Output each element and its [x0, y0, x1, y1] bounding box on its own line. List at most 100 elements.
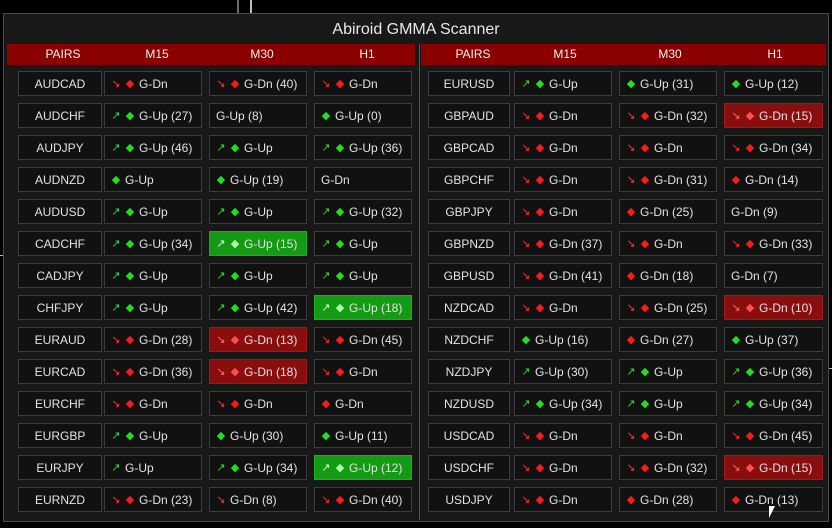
signal-cell[interactable]: ↗ ◆ G-Up (36) [314, 135, 412, 160]
pair-label[interactable]: EURCHF [18, 391, 102, 416]
signal-cell[interactable]: ↗ ◆ G-Up [209, 263, 307, 288]
signal-cell[interactable]: ↘ ◆ G-Dn (40) [314, 487, 412, 512]
signal-cell[interactable]: ◆ G-Up (0) [314, 103, 412, 128]
signal-cell[interactable]: ↗ G-Up (30) [514, 359, 612, 384]
signal-cell[interactable]: ↘ ◆ G-Dn [209, 391, 307, 416]
signal-cell[interactable]: ↗ ◆ G-Up [209, 199, 307, 224]
pair-label[interactable]: EURGBP [18, 423, 102, 448]
signal-cell[interactable]: ↗ G-Up [104, 455, 202, 480]
signal-cell[interactable]: ↗ ◆ G-Up [104, 199, 202, 224]
signal-cell[interactable]: ↗ ◆ G-Up [209, 135, 307, 160]
pair-label[interactable]: USDCAD [428, 423, 510, 448]
pair-label[interactable]: AUDJPY [18, 135, 102, 160]
pair-label[interactable]: AUDCAD [18, 71, 102, 96]
pair-label[interactable]: GBPJPY [428, 199, 510, 224]
signal-cell[interactable]: ↘ ◆ G-Dn [514, 103, 612, 128]
signal-cell[interactable]: ↘ ◆ G-Dn [104, 71, 202, 96]
signal-cell[interactable]: ↘ ◆ G-Dn (34) [724, 135, 823, 160]
signal-cell[interactable]: ↗ ◆ G-Up (34) [724, 391, 823, 416]
pair-label[interactable]: GBPUSD [428, 263, 510, 288]
pair-label[interactable]: GBPAUD [428, 103, 510, 128]
pair-label[interactable]: GBPNZD [428, 231, 510, 256]
signal-cell[interactable]: ↘ ◆ G-Dn [514, 487, 612, 512]
signal-cell[interactable]: ◆ G-Up (31) [619, 71, 717, 96]
signal-cell[interactable]: ↘ ◆ G-Dn (28) [104, 327, 202, 352]
pair-label[interactable]: USDCHF [428, 455, 510, 480]
signal-cell[interactable]: ↗ ◆ G-Up [104, 295, 202, 320]
signal-cell[interactable]: ↘ ◆ G-Dn [619, 135, 717, 160]
signal-cell[interactable]: ↗ ◆ G-Up [619, 359, 717, 384]
signal-cell[interactable]: G-Dn [314, 167, 412, 192]
signal-cell[interactable]: ↘ ◆ G-Dn [314, 359, 412, 384]
signal-cell[interactable]: ↘ ◆ G-Dn (40) [209, 71, 307, 96]
signal-cell[interactable]: ↘ ◆ G-Dn [514, 167, 612, 192]
signal-cell[interactable]: ↘ ◆ G-Dn (33) [724, 231, 823, 256]
signal-cell[interactable]: ↗ ◆ G-Up [619, 391, 717, 416]
signal-cell[interactable]: ↘ ◆ G-Dn (31) [619, 167, 717, 192]
signal-cell[interactable]: ↘ ◆ G-Dn (10) [724, 295, 823, 320]
signal-cell[interactable]: ↗ ◆ G-Up (34) [514, 391, 612, 416]
pair-label[interactable]: USDJPY [428, 487, 510, 512]
signal-cell[interactable]: ◆ G-Up [104, 167, 202, 192]
signal-cell[interactable]: ↗ ◆ G-Up (46) [104, 135, 202, 160]
pair-label[interactable]: CHFJPY [18, 295, 102, 320]
pair-label[interactable]: AUDCHF [18, 103, 102, 128]
pair-label[interactable]: NZDCAD [428, 295, 510, 320]
signal-cell[interactable]: ◆ G-Up (11) [314, 423, 412, 448]
signal-cell[interactable]: ↗ ◆ G-Up [314, 231, 412, 256]
signal-cell[interactable]: ↘ ◆ G-Dn (36) [104, 359, 202, 384]
signal-cell[interactable]: ↗ ◆ G-Up (18) [314, 295, 412, 320]
signal-cell[interactable]: ↘ ◆ G-Dn (15) [724, 455, 823, 480]
pair-label[interactable]: AUDUSD [18, 199, 102, 224]
signal-cell[interactable]: ◆ G-Dn (14) [724, 167, 823, 192]
pair-label[interactable]: NZDJPY [428, 359, 510, 384]
signal-cell[interactable]: ◆ G-Dn [314, 391, 412, 416]
signal-cell[interactable]: ◆ G-Dn (28) [619, 487, 717, 512]
signal-cell[interactable]: ↗ ◆ G-Up [314, 263, 412, 288]
signal-cell[interactable]: ↗ ◆ G-Up (36) [724, 359, 823, 384]
pair-label[interactable]: AUDNZD [18, 167, 102, 192]
signal-cell[interactable]: ↘ ◆ G-Dn (15) [724, 103, 823, 128]
signal-cell[interactable]: ◆ G-Up (16) [514, 327, 612, 352]
signal-cell[interactable]: ↘ ◆ G-Dn [514, 199, 612, 224]
signal-cell[interactable]: ↗ ◆ G-Up (34) [209, 455, 307, 480]
signal-cell[interactable]: ↗ ◆ G-Up (32) [314, 199, 412, 224]
signal-cell[interactable]: ↘ ◆ G-Dn (25) [619, 295, 717, 320]
signal-cell[interactable]: ↘ ◆ G-Dn (23) [104, 487, 202, 512]
signal-cell[interactable]: G-Up (8) [209, 103, 307, 128]
signal-cell[interactable]: ↘ ◆ G-Dn [619, 423, 717, 448]
signal-cell[interactable]: ↘ ◆ G-Dn (13) [209, 327, 307, 352]
signal-cell[interactable]: ↘ ◆ G-Dn (45) [314, 327, 412, 352]
signal-cell[interactable]: ↗ ◆ G-Up (42) [209, 295, 307, 320]
signal-cell[interactable]: ↗ ◆ G-Up (34) [104, 231, 202, 256]
signal-cell[interactable]: ↘ ◆ G-Dn [514, 455, 612, 480]
signal-cell[interactable]: ↘ ◆ G-Dn [619, 231, 717, 256]
signal-cell[interactable]: ◆ G-Up (30) [209, 423, 307, 448]
signal-cell[interactable]: ↗ ◆ G-Up [514, 71, 612, 96]
signal-cell[interactable]: ↗ ◆ G-Up [104, 263, 202, 288]
signal-cell[interactable]: ↘ ◆ G-Dn (41) [514, 263, 612, 288]
signal-cell[interactable]: ↘ ◆ G-Dn [514, 135, 612, 160]
pair-label[interactable]: GBPCHF [428, 167, 510, 192]
pair-label[interactable]: EURAUD [18, 327, 102, 352]
signal-cell[interactable]: ↘ ◆ G-Dn [314, 71, 412, 96]
signal-cell[interactable]: ◆ G-Up (19) [209, 167, 307, 192]
signal-cell[interactable]: ↘ ◆ G-Dn [104, 391, 202, 416]
pair-label[interactable]: EURJPY [18, 455, 102, 480]
signal-cell[interactable]: ↘ ◆ G-Dn (32) [619, 103, 717, 128]
signal-cell[interactable]: ↘ ◆ G-Dn [514, 423, 612, 448]
signal-cell[interactable]: ◆ G-Dn (25) [619, 199, 717, 224]
signal-cell[interactable]: G-Dn (7) [724, 263, 823, 288]
signal-cell[interactable]: ↗ ◆ G-Up [104, 423, 202, 448]
pair-label[interactable]: CADJPY [18, 263, 102, 288]
signal-cell[interactable]: ↗ ◆ G-Up (15) [209, 231, 307, 256]
signal-cell[interactable]: ↘ ◆ G-Dn [514, 295, 612, 320]
signal-cell[interactable]: ↗ ◆ G-Up (12) [314, 455, 412, 480]
signal-cell[interactable]: ↘ ◆ G-Dn (37) [514, 231, 612, 256]
signal-cell[interactable]: ◆ G-Dn (18) [619, 263, 717, 288]
signal-cell[interactable]: ↘ ◆ G-Dn (18) [209, 359, 307, 384]
pair-label[interactable]: EURUSD [428, 71, 510, 96]
signal-cell[interactable]: ↘ ◆ G-Dn (32) [619, 455, 717, 480]
pair-label[interactable]: EURNZD [18, 487, 102, 512]
signal-cell[interactable]: ↘ ◆ G-Dn (45) [724, 423, 823, 448]
